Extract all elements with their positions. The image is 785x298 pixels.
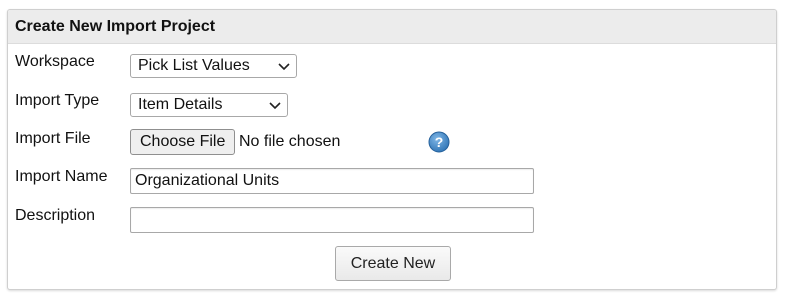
description-row: Description <box>8 207 776 237</box>
choose-file-button[interactable]: Choose File <box>130 129 236 155</box>
description-label: Description <box>15 207 96 224</box>
import-file-row: Import File Choose File No file chosen ? <box>8 129 776 159</box>
create-new-button[interactable]: Create New <box>335 246 451 281</box>
question-circle-icon[interactable]: ? <box>428 131 450 153</box>
workspace-select[interactable]: Pick List Values <box>130 54 297 78</box>
import-name-row: Import Name Organizational Units <box>8 168 776 198</box>
import-type-row: Import Type Item Details <box>8 92 776 122</box>
import-type-label: Import Type <box>15 92 100 109</box>
panel-title: Create New Import Project <box>15 17 216 35</box>
import-name-input[interactable]: Organizational Units <box>130 168 534 194</box>
import-type-select[interactable]: Item Details <box>130 93 288 117</box>
workspace-label: Workspace <box>15 53 95 70</box>
description-input[interactable] <box>130 207 534 233</box>
create-import-project-panel: Create New Import Project Workspace Pick… <box>7 9 777 290</box>
import-name-label: Import Name <box>15 168 108 185</box>
import-name-value: Organizational Units <box>135 172 280 189</box>
import-type-selected-value: Item Details <box>138 96 223 113</box>
chevron-down-icon <box>278 63 290 71</box>
panel-header: Create New Import Project <box>8 10 776 44</box>
workspace-row: Workspace Pick List Values <box>8 53 776 83</box>
file-status-text: No file chosen <box>239 133 341 150</box>
chevron-down-icon <box>269 102 281 110</box>
svg-text:?: ? <box>435 134 444 150</box>
workspace-selected-value: Pick List Values <box>138 57 250 74</box>
import-file-label: Import File <box>15 130 91 147</box>
